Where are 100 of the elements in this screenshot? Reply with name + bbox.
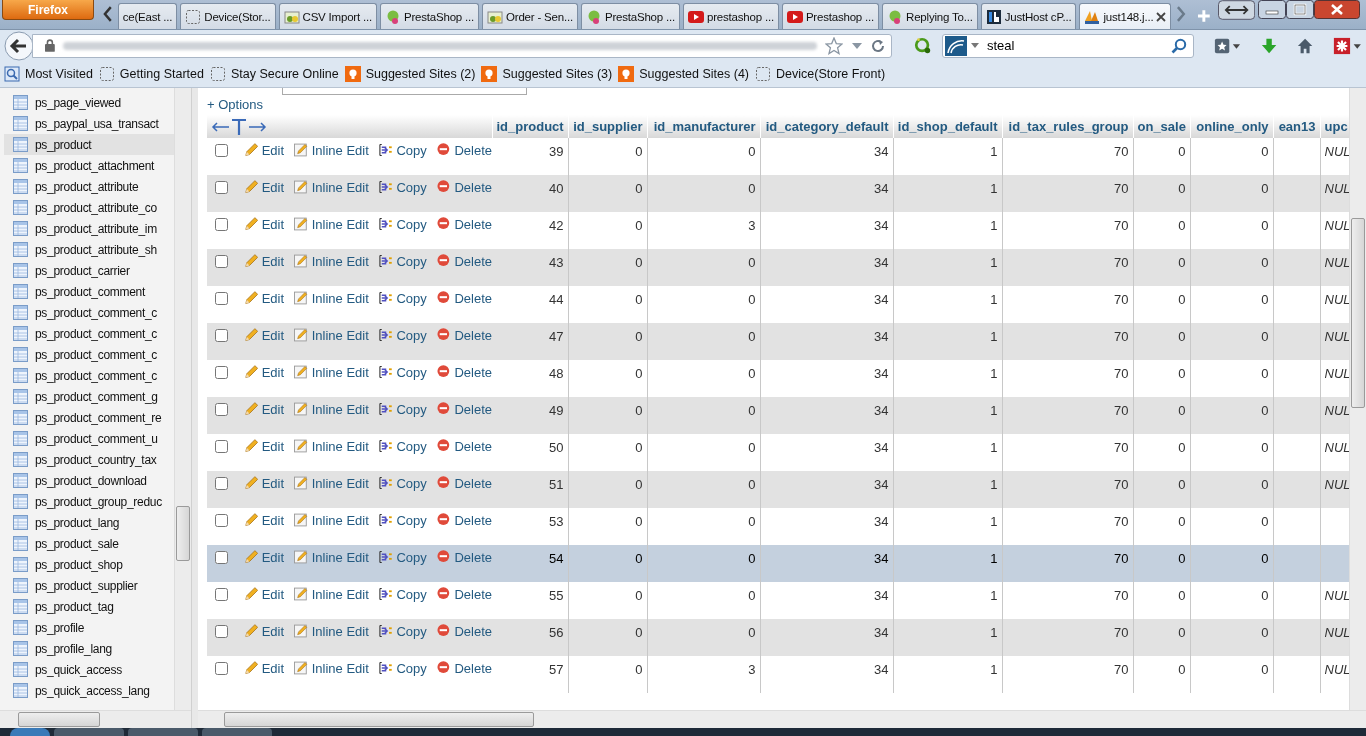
delete-link[interactable]: Delete (454, 327, 492, 343)
table-list-item[interactable]: ps_product_comment_u (4, 428, 174, 449)
row-checkbox[interactable] (215, 254, 228, 268)
column-arrows-icon[interactable] (211, 117, 267, 136)
edit-link[interactable]: Edit (261, 549, 285, 565)
row-checkbox[interactable] (215, 180, 228, 194)
table-list-item[interactable]: ps_product_comment_c (4, 302, 174, 323)
table-list-item[interactable]: ps_product (4, 134, 174, 155)
table-list-item[interactable]: ps_paypal_usa_transact (4, 113, 174, 134)
edit-note-icon[interactable] (294, 438, 308, 454)
inline-edit-link[interactable]: Inline Edit (311, 401, 369, 417)
delete-link[interactable]: Delete (454, 290, 492, 306)
addon-icon[interactable] (914, 35, 932, 56)
table-list-item[interactable]: ps_product_comment_g (4, 386, 174, 407)
copy-link[interactable]: Copy (396, 623, 427, 639)
edit-link[interactable]: Edit (261, 290, 285, 306)
edit-note-icon[interactable] (294, 623, 308, 639)
copy-link[interactable]: Copy (396, 179, 427, 195)
table-list-item[interactable]: ps_product_comment_c (4, 344, 174, 365)
copy-icon[interactable] (378, 290, 393, 306)
edit-link[interactable]: Edit (261, 475, 285, 491)
column-header[interactable]: on_sale (1133, 115, 1190, 138)
table-list-item[interactable]: ps_product_country_tax (4, 449, 174, 470)
delete-link[interactable]: Delete (454, 401, 492, 417)
table-list-item[interactable]: ps_product_comment_c (4, 323, 174, 344)
column-header[interactable]: id_category_default (760, 115, 893, 138)
pencil-icon[interactable] (244, 401, 258, 417)
star-icon[interactable] (825, 36, 843, 55)
pencil-icon[interactable] (244, 586, 258, 602)
inline-edit-link[interactable]: Inline Edit (311, 512, 369, 528)
edit-link[interactable]: Edit (261, 438, 285, 454)
delete-link[interactable]: Delete (454, 512, 492, 528)
table-list-item[interactable]: ps_product_comment_re (4, 407, 174, 428)
download-icon[interactable] (1260, 36, 1278, 55)
pencil-icon[interactable] (244, 253, 258, 269)
browser-tab[interactable]: PrestaShop ... (580, 3, 680, 29)
delete-icon[interactable] (436, 179, 451, 195)
delete-icon[interactable] (436, 660, 451, 676)
resize-icon[interactable] (1217, 0, 1255, 20)
table-list-item[interactable]: ps_profile_lang (4, 638, 174, 659)
table-list-item[interactable]: ps_quick_access_lang (4, 680, 174, 701)
copy-icon[interactable] (378, 179, 393, 195)
copy-link[interactable]: Copy (396, 549, 427, 565)
pencil-icon[interactable] (244, 512, 258, 528)
copy-icon[interactable] (378, 364, 393, 380)
delete-link[interactable]: Delete (454, 216, 492, 232)
table-list-item[interactable]: ps_product_supplier (4, 575, 174, 596)
pencil-icon[interactable] (244, 623, 258, 639)
table-row[interactable]: Edit Inline Edit Copy Delete 49 0 0 34 1 70 0 0 NUL (207, 397, 1349, 434)
copy-icon[interactable] (378, 216, 393, 232)
table-list-item[interactable]: ps_product_attribute_im (4, 218, 174, 239)
delete-link[interactable]: Delete (454, 623, 492, 639)
inline-edit-link[interactable]: Inline Edit (311, 327, 369, 343)
copy-icon[interactable] (378, 475, 393, 491)
delete-link[interactable]: Delete (454, 142, 492, 158)
new-tab-icon[interactable] (1197, 9, 1211, 23)
column-header[interactable]: upc (1320, 115, 1349, 138)
table-list-item[interactable]: ps_product_lang (4, 512, 174, 533)
copy-link[interactable]: Copy (396, 290, 427, 306)
row-checkbox[interactable] (215, 550, 228, 564)
sidebar-horizontal-scrollbar[interactable] (0, 710, 191, 728)
pencil-icon[interactable] (244, 475, 258, 491)
table-row[interactable]: Edit Inline Edit Copy Delete 47 0 0 34 1 70 0 0 NUL (207, 323, 1349, 360)
edit-note-icon[interactable] (294, 401, 308, 417)
copy-icon[interactable] (378, 327, 393, 343)
pencil-icon[interactable] (244, 364, 258, 380)
column-header[interactable]: ean13 (1273, 115, 1320, 138)
delete-icon[interactable] (436, 401, 451, 417)
close-icon[interactable] (1156, 11, 1167, 22)
bookmark-item[interactable]: Device(Store Front) (755, 66, 886, 82)
bookmark-item[interactable]: Suggested Sites (3) (481, 66, 613, 82)
copy-link[interactable]: Copy (396, 512, 427, 528)
row-checkbox[interactable] (215, 402, 228, 416)
copy-icon[interactable] (378, 549, 393, 565)
inline-edit-link[interactable]: Inline Edit (311, 142, 369, 158)
options-link[interactable]: + Options (207, 97, 263, 115)
inline-edit-link[interactable]: Inline Edit (311, 290, 369, 306)
edit-note-icon[interactable] (294, 142, 308, 158)
copy-link[interactable]: Copy (396, 401, 427, 417)
copy-link[interactable]: Copy (396, 475, 427, 491)
table-list-item[interactable]: ps_product_shop (4, 554, 174, 575)
edit-note-icon[interactable] (294, 549, 308, 565)
edit-note-icon[interactable] (294, 364, 308, 380)
copy-icon[interactable] (378, 142, 393, 158)
inline-edit-link[interactable]: Inline Edit (311, 216, 369, 232)
copy-link[interactable]: Copy (396, 438, 427, 454)
edit-link[interactable]: Edit (261, 327, 285, 343)
inline-edit-link[interactable]: Inline Edit (311, 549, 369, 565)
copy-icon[interactable] (378, 438, 393, 454)
delete-icon[interactable] (436, 290, 451, 306)
edit-link[interactable]: Edit (261, 623, 285, 639)
bookmark-item[interactable]: Suggested Sites (2) (344, 66, 476, 82)
copy-link[interactable]: Copy (396, 216, 427, 232)
search-bar[interactable]: steal (941, 33, 1194, 58)
pencil-icon[interactable] (244, 142, 258, 158)
delete-link[interactable]: Delete (454, 179, 492, 195)
browser-tab[interactable]: prestashop ... (683, 3, 779, 29)
copy-link[interactable]: Copy (396, 364, 427, 380)
copy-icon[interactable] (378, 401, 393, 417)
pencil-icon[interactable] (244, 290, 258, 306)
